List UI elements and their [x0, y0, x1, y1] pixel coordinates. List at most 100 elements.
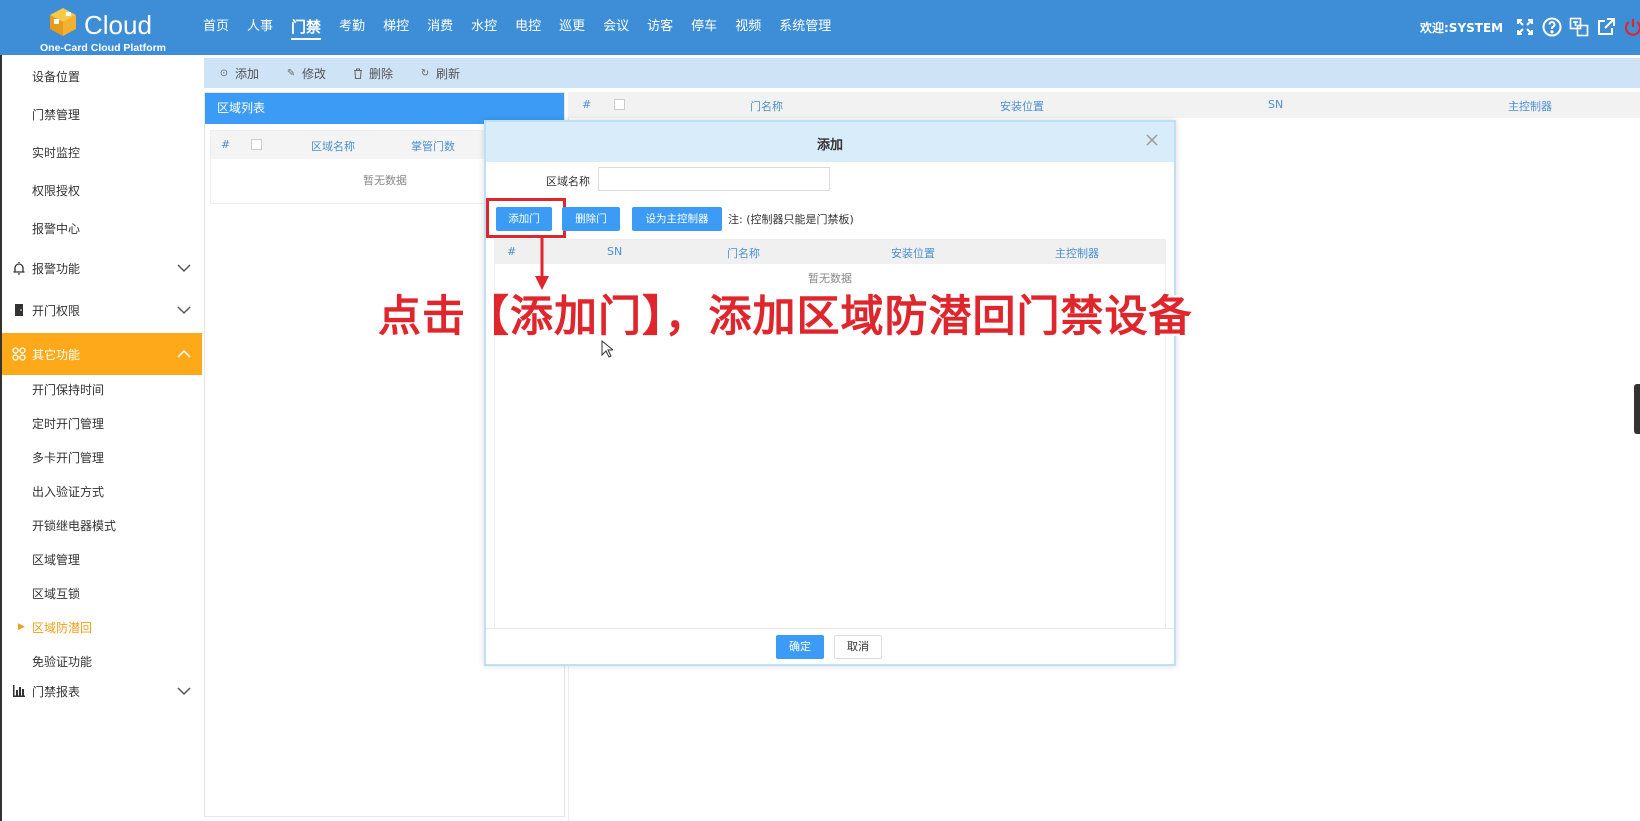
- translate-icon[interactable]: [1568, 16, 1590, 38]
- sidebar-item-door-hold-time[interactable]: 开门保持时间: [32, 381, 104, 398]
- controller-note: 注: (控制器只能是门禁板): [728, 213, 854, 226]
- edit-button[interactable]: ✎ 修改: [285, 65, 326, 82]
- dialog-footer: 确定 取消: [486, 628, 1174, 664]
- alarm-bell-icon: [12, 261, 26, 275]
- add-circle-icon: ⊙: [219, 67, 229, 79]
- nav-consumption[interactable]: 消费: [427, 16, 453, 40]
- nav-meeting[interactable]: 会议: [603, 16, 629, 40]
- sidebar-item-access-management[interactable]: 门禁管理: [32, 106, 80, 123]
- nav-visitor[interactable]: 访客: [647, 16, 673, 40]
- add-label: 添加: [235, 66, 260, 81]
- refresh-icon: ↻: [420, 67, 430, 79]
- refresh-button[interactable]: ↻ 刷新: [419, 65, 460, 82]
- top-header: Cloud One-Card Cloud Platform 首页 人事 门禁 考…: [0, 0, 1640, 55]
- mouse-cursor-icon: [601, 340, 613, 358]
- sidebar-item-scheduled-open[interactable]: 定时开门管理: [32, 415, 104, 432]
- annotation-caption: 点击【添加门】，添加区域防潜回门禁设备: [378, 292, 1193, 342]
- col-install-location: 安装位置: [891, 247, 935, 260]
- sidebar-item-no-verify[interactable]: 免验证功能: [32, 653, 92, 670]
- select-all-checkbox[interactable]: [614, 99, 625, 110]
- col-index: #: [221, 138, 231, 151]
- door-select-table-header: # SN 门名称 安装位置 主控制器: [495, 240, 1165, 264]
- add-button[interactable]: ⊙ 添加: [218, 65, 259, 82]
- add-door-button[interactable]: 添加门: [496, 207, 552, 231]
- col-master-controller: 主控制器: [1508, 100, 1552, 113]
- col-area-name: 区域名称: [311, 140, 355, 153]
- sidebar-item-area-antipassback[interactable]: 区域防潜回: [32, 619, 92, 636]
- scrollbar-handle[interactable]: [1634, 384, 1640, 434]
- bar-chart-icon: [12, 684, 26, 698]
- chevron-down-icon: [177, 264, 191, 273]
- nav-parking[interactable]: 停车: [691, 16, 717, 40]
- delete-door-button[interactable]: 删除门: [562, 207, 620, 231]
- col-door-name: 门名称: [727, 247, 760, 260]
- col-door-name: 门名称: [750, 100, 783, 113]
- main-nav: 首页 人事 门禁 考勤 梯控 消费 水控 电控 巡更 会议 访客 停车 视频 系…: [203, 16, 849, 40]
- sidebar-group-door-auth[interactable]: 开门权限: [2, 291, 202, 329]
- nav-access-control[interactable]: 门禁: [291, 16, 322, 40]
- close-icon[interactable]: [1144, 132, 1160, 148]
- fullscreen-icon[interactable]: [1514, 16, 1536, 38]
- trash-icon: [352, 67, 364, 79]
- sidebar-item-relay-mode[interactable]: 开锁继电器模式: [32, 517, 116, 534]
- brand-subtitle: One-Card Cloud Platform: [40, 42, 167, 54]
- nav-attendance[interactable]: 考勤: [339, 16, 365, 40]
- external-link-icon[interactable]: [1595, 16, 1617, 38]
- sidebar-group-report[interactable]: 门禁报表: [2, 672, 202, 710]
- current-marker-icon: ▶: [18, 622, 25, 632]
- chevron-up-icon: [177, 349, 191, 358]
- add-area-dialog: 添加 区域名称 添加门 删除门 设为主控制器 注: (控制器只能是门禁板) # …: [484, 120, 1176, 666]
- confirm-button[interactable]: 确定: [776, 635, 824, 659]
- nav-personnel[interactable]: 人事: [247, 16, 273, 40]
- nav-power[interactable]: 电控: [515, 16, 541, 40]
- nav-elevator[interactable]: 梯控: [383, 16, 409, 40]
- sidebar-item-permission-grant[interactable]: 权限授权: [32, 182, 80, 199]
- refresh-label: 刷新: [436, 66, 461, 81]
- sidebar-item-verify-mode[interactable]: 出入验证方式: [32, 483, 104, 500]
- welcome-text: 欢迎:SYSTEM: [1420, 21, 1504, 35]
- logo[interactable]: Cloud One-Card Cloud Platform: [40, 4, 170, 54]
- nav-video[interactable]: 视频: [735, 16, 761, 40]
- sidebar-item-area-management[interactable]: 区域管理: [32, 551, 80, 568]
- sidebar-item-area-interlock[interactable]: 区域互锁: [32, 585, 80, 602]
- select-all-checkbox[interactable]: [251, 139, 262, 150]
- dialog-title: 添加: [816, 138, 843, 153]
- sidebar-group-label: 其它功能: [32, 347, 81, 362]
- sidebar-item-realtime-monitor[interactable]: 实时监控: [32, 144, 80, 161]
- logo-cube-icon: [50, 8, 76, 36]
- pencil-icon: ✎: [286, 67, 296, 79]
- sidebar-group-label: 开门权限: [32, 303, 81, 318]
- header-icons: [1514, 16, 1640, 38]
- area-name-input[interactable]: [598, 167, 830, 191]
- col-index: #: [582, 98, 592, 111]
- door-icon: [12, 303, 26, 317]
- nav-home[interactable]: 首页: [203, 16, 229, 40]
- col-index: #: [507, 245, 517, 258]
- grid-icon: [12, 347, 26, 361]
- door-table-header: # 门名称 安装位置 SN 主控制器: [568, 92, 1640, 118]
- toolbar: ⊙ 添加 ✎ 修改 删除 ↻ 刷新: [204, 58, 1640, 88]
- sidebar-group-label: 报警功能: [32, 261, 81, 276]
- brand-name: Cloud: [84, 10, 152, 40]
- power-icon[interactable]: [1622, 16, 1640, 38]
- chevron-down-icon: [177, 306, 191, 315]
- sidebar-group-alarm[interactable]: 报警功能: [2, 249, 202, 287]
- nav-system[interactable]: 系统管理: [779, 16, 831, 40]
- delete-button[interactable]: 删除: [352, 65, 393, 82]
- col-sn: SN: [607, 245, 623, 258]
- nav-patrol[interactable]: 巡更: [559, 16, 585, 40]
- chevron-down-icon: [177, 687, 191, 696]
- sidebar-item-device-location[interactable]: 设备位置: [32, 68, 80, 85]
- sidebar-group-other[interactable]: 其它功能: [2, 333, 202, 375]
- edit-label: 修改: [302, 66, 327, 81]
- col-install-location: 安装位置: [1000, 100, 1044, 113]
- sidebar-item-alarm-center[interactable]: 报警中心: [32, 220, 80, 237]
- cancel-button[interactable]: 取消: [834, 635, 882, 659]
- help-icon[interactable]: [1541, 16, 1563, 38]
- sidebar-item-multi-card-open[interactable]: 多卡开门管理: [32, 449, 104, 466]
- dialog-header: 添加: [486, 122, 1174, 162]
- area-name-label: 区域名称: [546, 175, 590, 188]
- set-master-controller-button[interactable]: 设为主控制器: [632, 207, 722, 231]
- nav-water[interactable]: 水控: [471, 16, 497, 40]
- col-master-controller: 主控制器: [1055, 247, 1099, 260]
